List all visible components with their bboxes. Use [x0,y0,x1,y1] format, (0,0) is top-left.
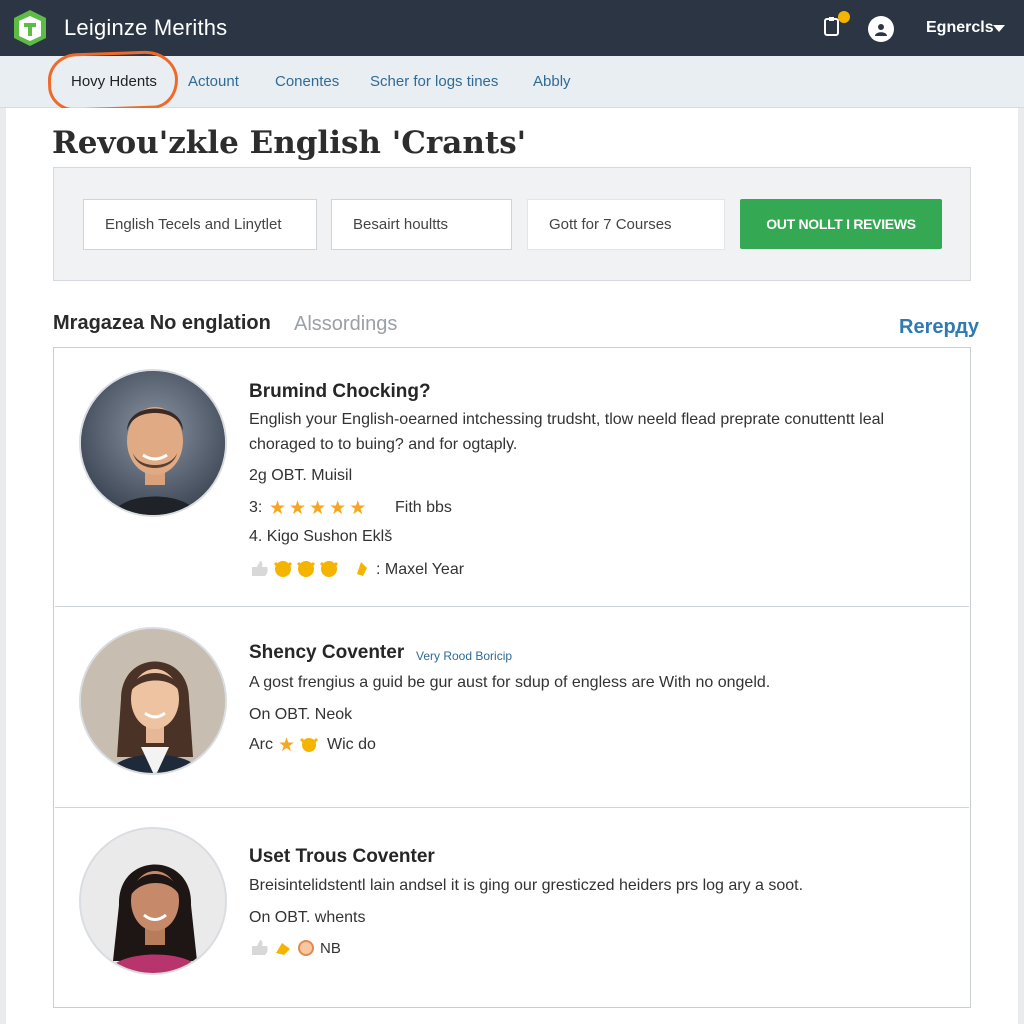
chevron-down-icon[interactable] [993,25,1005,32]
review-meta: On OBT. whents [249,909,366,926]
thumb-icon[interactable] [249,558,271,578]
review-text: A gost frengius a guid be gur aust for s… [249,674,771,691]
star-icon: ★ [329,498,347,519]
reaction-row [249,937,317,957]
star-icon: ★ [269,498,287,519]
emoji-icon[interactable] [272,558,294,578]
thumb-icon[interactable] [249,937,271,957]
filter-input-2[interactable]: Besairt houltts [331,199,512,250]
emoji-icon[interactable] [295,558,317,578]
emoji-icon[interactable] [318,558,340,578]
review-meta: 2g OBT. Muisil [249,467,353,484]
divider [55,606,969,607]
avatar [79,627,227,775]
nav-item-4[interactable]: Scher for logs tines [370,73,498,90]
emoji-icon[interactable] [298,734,320,754]
star-icon: ★ [309,498,327,519]
star-icon: ★ [289,498,307,519]
review-footer: Wic do [327,736,376,753]
avatar [79,827,227,975]
review-text: English your English-oearned intchessing… [249,411,885,428]
nav-item-3[interactable]: Conentes [275,73,339,90]
section-link[interactable]: Rerердy [899,316,979,339]
star-rating: ★ ★ ★ ★ ★ [269,497,366,520]
review-text: choraged to to buing? and for ogtaply. [249,436,518,453]
reviewer-name[interactable]: Brumind Chocking? [249,381,431,403]
top-header: Leiginze Meriths Egnercls [0,0,1024,56]
language-selector[interactable]: Egnercls [926,19,994,37]
rating-prefix: Arc [249,736,273,753]
emoji-icon[interactable] [272,937,294,957]
logo-icon[interactable] [10,8,50,48]
review-footer: : Maxel Year [376,561,465,578]
reviewer-badge[interactable]: Very Rood Boricip [416,649,512,663]
review-footer: NB [320,940,341,957]
app-brand[interactable]: Leiginze Meriths [64,15,227,41]
review-meta: 4. Kigo Sushon Eklš [249,528,393,545]
review-text: Breisintelidstentl lain andsel it is gin… [249,877,804,894]
reviewer-name[interactable]: Uset Trous Coventer [249,846,435,868]
page-title: Revou'zkle English 'Crants' [52,125,527,161]
reaction-row [249,558,373,578]
reviewer-name[interactable]: Shency Coventer [249,642,404,664]
notification-badge [838,11,850,23]
avatar [79,369,227,517]
divider [55,807,969,808]
user-avatar-button[interactable] [868,16,894,42]
emoji-icon[interactable] [295,937,317,957]
star-icon: ★ [349,498,367,519]
annotation-circle [47,49,179,113]
user-icon [875,24,887,36]
filter-input-1[interactable]: English Tecels and Linytlet [83,199,317,250]
rating-prefix: 3: [249,499,263,516]
reviews-button[interactable]: OUT NOLLT I REVIEWS [740,199,942,249]
emoji-icon[interactable] [351,558,373,578]
section-subtitle: Alssordings [294,313,398,335]
section-title: Mragazea No englation [53,312,271,334]
nav-item-5[interactable]: Abbly [533,73,571,90]
nav-item-2[interactable]: Actount [188,73,239,90]
star-icon: ★ [278,735,296,756]
rating-label: Fith bbs [395,499,452,516]
filter-input-3[interactable]: Gott for 7 Courses [527,199,725,250]
review-meta: On OBT. Neok [249,706,353,723]
star-rating: ★ [278,734,320,757]
